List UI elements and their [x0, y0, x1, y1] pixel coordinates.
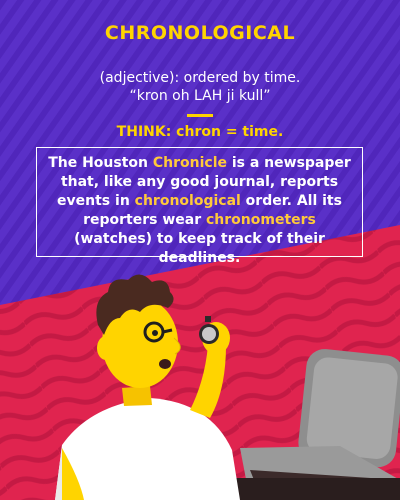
stopwatch-icon: [199, 316, 219, 344]
laptop-icon: [240, 349, 400, 500]
vocab-card: CHRONOLOGICAL (adjective): ordered by ti…: [0, 0, 400, 500]
illustration: [55, 274, 400, 500]
desk: [230, 478, 400, 500]
character-illustration: [55, 274, 240, 500]
